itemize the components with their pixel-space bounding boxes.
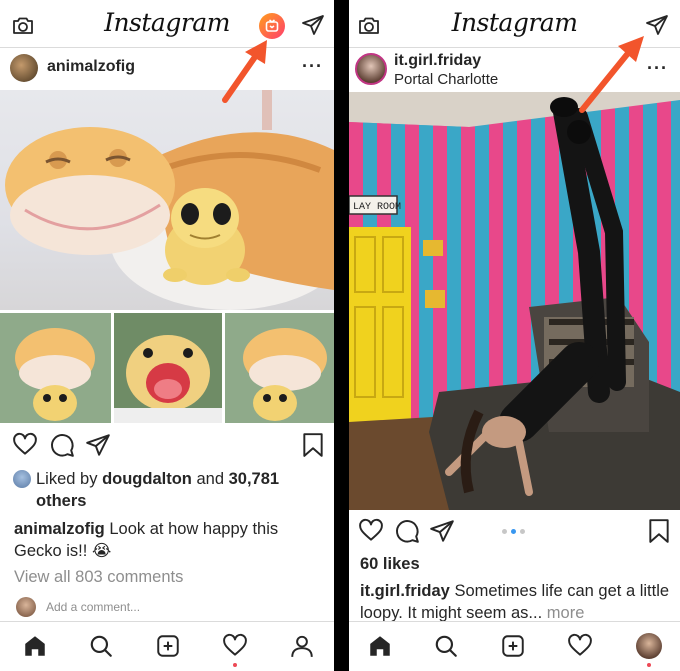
annotation-arrow	[222, 40, 267, 103]
post-location[interactable]: Portal Charlotte	[394, 71, 498, 88]
room-photo: LAY ROOM	[349, 92, 680, 510]
camera-icon[interactable]	[11, 13, 35, 37]
activity-heart-icon[interactable]	[222, 633, 248, 659]
post-thumbnail-2[interactable]	[114, 313, 222, 423]
avatar[interactable]	[355, 53, 387, 85]
post-thumbnail-1[interactable]	[0, 313, 111, 423]
annotation-arrow	[579, 36, 644, 113]
liked-by-others[interactable]: others	[36, 492, 86, 510]
carousel-dot-2-active	[511, 529, 516, 534]
add-post-icon[interactable]	[155, 633, 181, 659]
liked-by-prefix: Liked by	[36, 470, 98, 488]
post-caption: it.girl.friday Sometimes life can get a …	[360, 580, 674, 624]
post-photo-main[interactable]	[0, 90, 334, 310]
add-post-icon[interactable]	[500, 633, 526, 659]
bottom-tab-bar	[349, 621, 680, 671]
search-icon[interactable]	[88, 633, 114, 659]
gecko-photo	[5, 90, 334, 310]
left-phone-screen: Instagram animalzofig ··· Liked by dougd…	[0, 0, 334, 671]
more-icon[interactable]: ···	[302, 56, 323, 77]
share-icon[interactable]	[85, 432, 111, 458]
wall-sign-text: LAY ROOM	[353, 202, 401, 213]
post-actions	[349, 518, 680, 546]
liked-by-username[interactable]: dougdalton	[102, 470, 192, 488]
bookmark-icon[interactable]	[647, 518, 671, 544]
current-user-avatar	[16, 597, 36, 617]
profile-icon[interactable]	[289, 633, 315, 659]
caption-more-link[interactable]: more	[547, 604, 585, 622]
carousel-dot-1	[502, 529, 507, 534]
liked-by-and: and	[196, 470, 224, 488]
gecko-thumbnail	[225, 313, 334, 423]
likes-count[interactable]: 60 likes	[360, 553, 420, 575]
bottom-tab-bar	[0, 621, 334, 671]
share-icon[interactable]	[429, 518, 455, 544]
heart-icon[interactable]	[12, 432, 38, 458]
avatar[interactable]	[10, 54, 38, 82]
profile-avatar-tab[interactable]	[636, 633, 662, 659]
liked-by-count[interactable]: 30,781	[229, 470, 279, 488]
notification-dot	[233, 663, 237, 667]
post-caption: animalzofig Look at how happy this Gecko…	[14, 518, 324, 562]
liked-by-avatar[interactable]	[13, 470, 31, 488]
gecko-thumbnail	[114, 313, 222, 423]
caption-username[interactable]: animalzofig	[14, 520, 105, 538]
bookmark-icon[interactable]	[301, 432, 325, 458]
camera-icon[interactable]	[357, 13, 381, 37]
direct-send-icon[interactable]	[301, 13, 325, 37]
home-icon[interactable]	[367, 633, 393, 659]
post-username[interactable]: it.girl.friday	[394, 52, 481, 70]
caption-username[interactable]: it.girl.friday	[360, 582, 450, 600]
gecko-thumbnail	[0, 313, 111, 423]
home-icon[interactable]	[22, 633, 48, 659]
activity-heart-icon[interactable]	[567, 633, 593, 659]
post-thumbnail-3[interactable]	[225, 313, 334, 423]
heart-icon[interactable]	[358, 518, 384, 544]
post-username[interactable]: animalzofig	[47, 58, 135, 76]
igtv-button[interactable]	[259, 13, 285, 39]
right-phone-screen: Instagram it.girl.friday Portal Charlott…	[349, 0, 680, 671]
comment-icon[interactable]	[394, 518, 420, 544]
notification-dot	[647, 663, 651, 667]
carousel-dot-3	[520, 529, 525, 534]
top-header: Instagram	[0, 0, 334, 48]
igtv-icon	[265, 19, 279, 32]
liked-by-text: Liked by dougdalton and 30,781 others	[36, 468, 326, 512]
post-actions	[0, 432, 334, 460]
view-all-comments-link[interactable]: View all 803 comments	[14, 566, 183, 588]
post-photo-main[interactable]: LAY ROOM	[349, 92, 680, 510]
search-icon[interactable]	[433, 633, 459, 659]
post-header: animalzofig ···	[0, 48, 334, 88]
add-comment-input[interactable]: Add a comment...	[46, 600, 140, 614]
comment-icon[interactable]	[49, 432, 75, 458]
